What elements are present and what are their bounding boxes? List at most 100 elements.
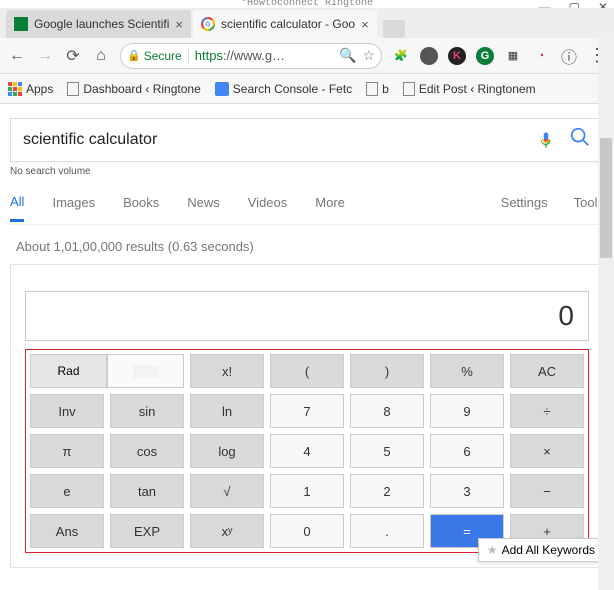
forward-button[interactable]: → xyxy=(36,47,54,65)
calc-3-button[interactable]: 3 xyxy=(430,474,504,508)
star-bookmark-icon[interactable]: ☆ xyxy=(362,47,375,64)
page-content: No search volume All Images Books News V… xyxy=(0,104,614,568)
calc-0-button[interactable]: 0 xyxy=(270,514,344,548)
reload-button[interactable]: ⟳ xyxy=(64,47,82,65)
browser-tab[interactable]: Google launches Scientifi × xyxy=(6,10,191,38)
calc-cos-button[interactable]: cos xyxy=(110,434,184,468)
calc-inv-button[interactable]: Inv xyxy=(30,394,104,428)
calculator-keypad: Rad ░░░ x! ( ) % AC Inv sin ln 7 8 9 ÷ π… xyxy=(30,354,584,548)
omnibox-divider xyxy=(188,48,189,64)
vertical-scrollbar[interactable] xyxy=(598,38,614,590)
home-button[interactable]: ⌂ xyxy=(92,47,110,65)
favicon-icon xyxy=(14,17,28,31)
extension-icon[interactable]: K xyxy=(448,47,466,65)
extension-icon[interactable]: ▦ xyxy=(504,47,522,65)
bookmark-item[interactable]: b xyxy=(366,82,389,96)
calc-ac-button[interactable]: AC xyxy=(510,354,584,388)
apps-launcher[interactable]: Apps xyxy=(8,82,53,96)
calc-sin-button[interactable]: sin xyxy=(110,394,184,428)
calc-percent-button[interactable]: % xyxy=(430,354,504,388)
back-button[interactable]: ← xyxy=(8,47,26,65)
bookmarks-bar: Apps Dashboard ‹ Ringtone Search Console… xyxy=(0,74,614,104)
calc-close-paren-button[interactable]: ) xyxy=(350,354,424,388)
tab-videos[interactable]: Videos xyxy=(248,195,288,220)
browser-toolbar: ← → ⟳ ⌂ 🔒 Secure https://www.g… 🔍 ☆ 🧩 K … xyxy=(0,38,614,74)
tab-settings[interactable]: Settings xyxy=(501,195,548,220)
window-title-bar: °Howtoconnect Ringtone — ▢ ✕ xyxy=(0,0,614,8)
tab-title: scientific calculator - Goo xyxy=(221,17,355,31)
extension-grammarly-icon[interactable]: G xyxy=(476,47,494,65)
calc-7-button[interactable]: 7 xyxy=(270,394,344,428)
calc-9-button[interactable]: 9 xyxy=(430,394,504,428)
tab-all[interactable]: All xyxy=(10,194,24,222)
search-input[interactable] xyxy=(23,131,537,149)
tab-images[interactable]: Images xyxy=(52,195,95,220)
calc-sqrt-button[interactable]: √ xyxy=(190,474,264,508)
close-tab-icon[interactable]: × xyxy=(361,17,369,32)
extension-icon[interactable]: 🧩 xyxy=(392,47,410,65)
calc-1-button[interactable]: 1 xyxy=(270,474,344,508)
page-icon xyxy=(67,82,79,96)
calc-minus-button[interactable]: − xyxy=(510,474,584,508)
star-icon: ★ xyxy=(487,543,498,557)
calc-divide-button[interactable]: ÷ xyxy=(510,394,584,428)
calc-8-button[interactable]: 8 xyxy=(350,394,424,428)
calc-rad-toggle[interactable]: Rad xyxy=(30,354,107,388)
tab-books[interactable]: Books xyxy=(123,195,159,220)
bookmark-item[interactable]: Dashboard ‹ Ringtone xyxy=(67,82,200,96)
lock-icon: 🔒 xyxy=(127,49,141,62)
new-tab-button[interactable] xyxy=(383,20,405,38)
calc-4-button[interactable]: 4 xyxy=(270,434,344,468)
close-tab-icon[interactable]: × xyxy=(175,17,183,32)
calc-open-paren-button[interactable]: ( xyxy=(270,354,344,388)
secure-badge: 🔒 Secure xyxy=(127,49,182,63)
result-stats: About 1,01,00,000 results (0.63 seconds) xyxy=(16,239,604,254)
extension-opera-icon[interactable]: ◔ xyxy=(532,47,550,65)
search-category-tabs: All Images Books News Videos More Settin… xyxy=(10,191,604,225)
calc-exp-button[interactable]: EXP xyxy=(110,514,184,548)
calc-ln-button[interactable]: ln xyxy=(190,394,264,428)
add-keywords-label: Add All Keywords xyxy=(502,543,595,557)
calc-6-button[interactable]: 6 xyxy=(430,434,504,468)
calc-2-button[interactable]: 2 xyxy=(350,474,424,508)
calc-decimal-button[interactable]: . xyxy=(350,514,424,548)
tab-title: Google launches Scientifi xyxy=(34,17,169,31)
apps-label: Apps xyxy=(26,82,53,96)
calc-deg-toggle[interactable]: ░░░ xyxy=(107,354,184,388)
calculator-keypad-highlight: Rad ░░░ x! ( ) % AC Inv sin ln 7 8 9 ÷ π… xyxy=(25,349,589,553)
calculator-card: 0 Rad ░░░ x! ( ) % AC Inv sin ln 7 8 9 xyxy=(10,264,604,568)
secure-label: Secure xyxy=(144,49,182,63)
calc-5-button[interactable]: 5 xyxy=(350,434,424,468)
url-text: https://www.g… xyxy=(195,48,333,63)
search-button-icon[interactable] xyxy=(569,126,591,154)
calc-tan-button[interactable]: tan xyxy=(110,474,184,508)
browser-tab-strip: Google launches Scientifi × scientific c… xyxy=(0,8,614,38)
calc-ans-button[interactable]: Ans xyxy=(30,514,104,548)
address-bar[interactable]: 🔒 Secure https://www.g… 🔍 ☆ xyxy=(120,43,382,69)
calc-power-button[interactable]: xʸ xyxy=(190,514,264,548)
search-console-icon xyxy=(215,82,229,96)
calc-e-button[interactable]: e xyxy=(30,474,104,508)
calc-multiply-button[interactable]: × xyxy=(510,434,584,468)
bookmark-item[interactable]: Edit Post ‹ Ringtonem xyxy=(403,82,536,96)
extension-icon[interactable] xyxy=(420,47,438,65)
profile-icon[interactable]: ⓘ xyxy=(560,47,578,65)
browser-tab-active[interactable]: scientific calculator - Goo × xyxy=(193,10,377,38)
page-icon xyxy=(366,82,378,96)
voice-search-icon[interactable] xyxy=(537,129,555,151)
calc-pi-button[interactable]: π xyxy=(30,434,104,468)
tab-news[interactable]: News xyxy=(187,195,220,220)
calculator-display: 0 xyxy=(25,291,589,341)
scrollbar-thumb[interactable] xyxy=(600,138,612,258)
favicon-google-icon xyxy=(201,17,215,31)
calc-log-button[interactable]: log xyxy=(190,434,264,468)
google-search-box xyxy=(10,118,604,162)
tab-more[interactable]: More xyxy=(315,195,345,220)
bookmark-item[interactable]: Search Console - Fetc xyxy=(215,82,352,96)
add-keywords-popup[interactable]: ★ Add All Keywords xyxy=(478,538,604,562)
calc-factorial-button[interactable]: x! xyxy=(190,354,264,388)
page-icon xyxy=(403,82,415,96)
no-search-volume-label: No search volume xyxy=(10,166,604,177)
apps-grid-icon xyxy=(8,82,22,96)
search-omnibox-icon[interactable]: 🔍 xyxy=(339,47,356,64)
